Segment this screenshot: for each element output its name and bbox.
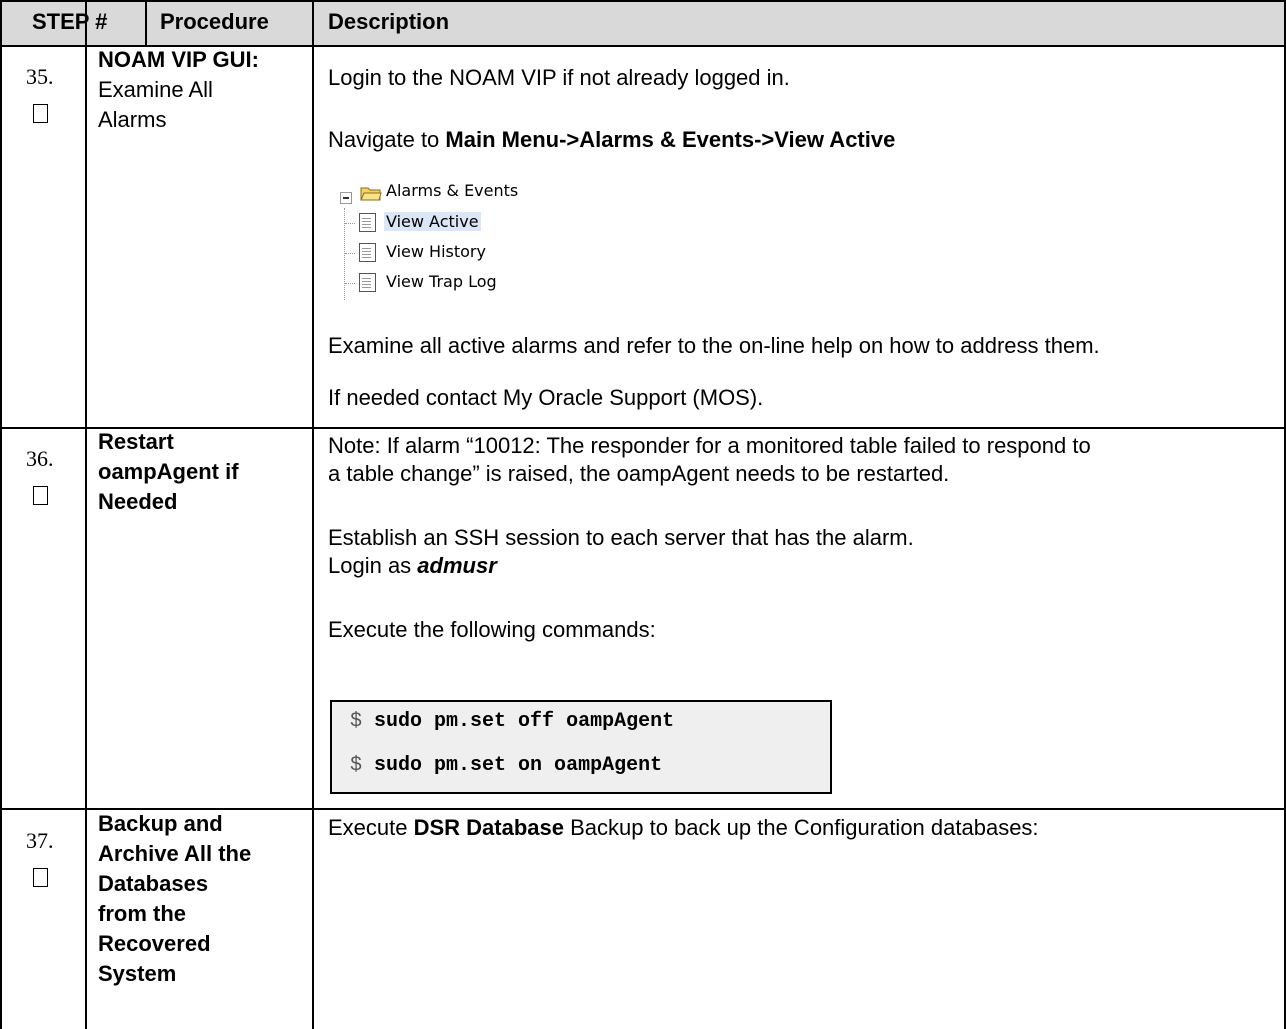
- step-checkbox[interactable]: [33, 104, 48, 123]
- desc-prefix: Execute: [328, 815, 414, 840]
- step-procedure: Restart oampAgent if Needed: [98, 427, 308, 517]
- step-number: 35.: [26, 64, 54, 89]
- command-line: $ sudo pm.set on oampAgent: [350, 754, 662, 777]
- rule: [0, 0, 1286, 2]
- step-description-text: Login as admusr: [328, 554, 497, 578]
- header-procedure: Procedure: [160, 9, 269, 34]
- tree-item-view-history[interactable]: View History: [386, 242, 486, 261]
- step-checkbox[interactable]: [33, 868, 48, 887]
- collapse-icon[interactable]: [340, 192, 352, 204]
- step-description-text: Navigate to Main Menu->Alarms & Events->…: [328, 128, 895, 152]
- step-checkbox[interactable]: [33, 486, 48, 505]
- procedure-text: Restart: [98, 429, 174, 454]
- procedure-text: Databases: [98, 871, 209, 896]
- procedure-text: Needed: [98, 489, 178, 514]
- procedure-text: oampAgent if: [98, 459, 239, 484]
- step-description-text: Note: If alarm “10012: The responder for…: [328, 433, 1091, 458]
- procedure-text: from the: [98, 901, 186, 926]
- page-icon: [359, 243, 376, 262]
- tree-guide: [345, 253, 355, 254]
- tree-guide: [345, 283, 355, 284]
- command-text: sudo pm.set off oampAgent: [374, 710, 675, 733]
- rule: [0, 0, 2, 1029]
- shell-prompt: $: [350, 754, 363, 777]
- procedure-text: Examine All: [98, 77, 213, 102]
- desc-bold: DSR Database: [413, 815, 564, 840]
- command-line: $ sudo pm.set off oampAgent: [350, 710, 674, 733]
- procedure-table: STEP # Procedure Description 35. NOAM VI…: [0, 0, 1286, 1029]
- step-description-text: a table change” is raised, the oampAgent…: [328, 461, 950, 486]
- tree-guide: [344, 208, 345, 300]
- login-user: admusr: [417, 553, 497, 578]
- desc-suffix: Backup to back up the Configuration data…: [564, 815, 1039, 840]
- procedure-text: System: [98, 961, 177, 986]
- rule: [312, 0, 314, 1029]
- step-description-text: If needed contact My Oracle Support (MOS…: [328, 385, 764, 410]
- step-description-text: Examine all active alarms and refer to t…: [328, 333, 1100, 358]
- login-prefix: Login as: [328, 553, 418, 578]
- tree-folder-label[interactable]: Alarms & Events: [386, 181, 518, 200]
- step-description-text: Login to the NOAM VIP if not already log…: [328, 65, 790, 90]
- header-step: STEP #: [32, 9, 108, 34]
- nav-path: Main Menu->Alarms & Events->View Active: [445, 127, 896, 152]
- shell-prompt: $: [350, 710, 363, 733]
- tree-item-view-active[interactable]: View Active: [384, 212, 481, 231]
- tree-guide: [345, 223, 355, 224]
- step-description-text: Execute DSR Database Backup to back up t…: [328, 816, 1039, 840]
- step-number: 37.: [26, 828, 54, 853]
- procedure-text: Recovered: [98, 931, 211, 956]
- step-description-text: Execute the following commands:: [328, 617, 656, 642]
- header-description: Description: [328, 9, 450, 34]
- procedure-title: NOAM VIP GUI:: [98, 47, 259, 72]
- rule: [85, 0, 87, 1029]
- page-icon: [359, 273, 376, 292]
- procedure-text: Backup and: [98, 811, 223, 836]
- command-block: $ sudo pm.set off oampAgent $ sudo pm.se…: [330, 700, 832, 794]
- step-procedure: NOAM VIP GUI: Examine All Alarms: [98, 45, 308, 135]
- procedure-text: Alarms: [98, 107, 167, 132]
- page-icon: [359, 213, 376, 232]
- step-number: 36.: [26, 446, 54, 471]
- rule: [145, 0, 147, 46]
- step-description-text: Establish an SSH session to each server …: [328, 525, 914, 550]
- menu-tree: Alarms & Events View Active View History…: [340, 180, 580, 304]
- tree-item-view-trap-log[interactable]: View Trap Log: [386, 272, 497, 291]
- command-text: sudo pm.set on oampAgent: [374, 754, 663, 777]
- tree-item-label: View Active: [384, 212, 481, 231]
- folder-icon: [360, 187, 382, 201]
- procedure-text: Archive All the: [98, 841, 252, 866]
- step-procedure: Backup and Archive All the Databases fro…: [98, 809, 308, 989]
- nav-prefix: Navigate to: [328, 127, 446, 152]
